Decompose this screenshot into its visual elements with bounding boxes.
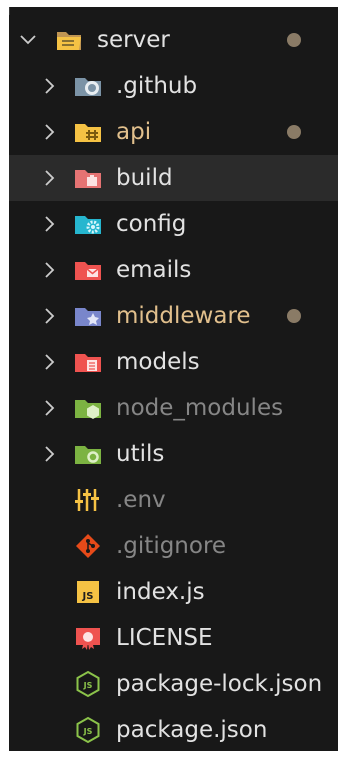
tree-item-label: .github	[116, 73, 198, 99]
chevron-right-icon[interactable]	[39, 352, 59, 372]
tree-item-label: package.json	[116, 717, 268, 743]
tree-item-label: models	[116, 349, 200, 375]
modified-indicator	[287, 33, 301, 47]
tree-item-label: server	[97, 27, 170, 53]
tree-item-label: .gitignore	[116, 533, 227, 559]
tree-item-license[interactable]: LICENSE	[9, 615, 338, 661]
tree-item-label: build	[116, 165, 173, 191]
tree-item-gitignore[interactable]: .gitignore	[9, 523, 338, 569]
chevron-right-icon[interactable]	[39, 260, 59, 280]
tree-item-env[interactable]: .env	[9, 477, 338, 523]
api-folder-icon	[73, 117, 103, 147]
tree-item-label: index.js	[116, 579, 205, 605]
tree-item-config[interactable]: config	[9, 201, 338, 247]
tree-item-index-js[interactable]: JS index.js	[9, 569, 338, 615]
tree-item-build[interactable]: build	[9, 155, 338, 201]
svg-text:JS: JS	[83, 681, 93, 690]
emails-folder-icon	[73, 255, 103, 285]
chevron-right-icon[interactable]	[39, 214, 59, 234]
tree-item-label: api	[116, 119, 152, 145]
chevron-down-icon[interactable]	[18, 30, 38, 50]
tree-item-emails[interactable]: emails	[9, 247, 338, 293]
tree-item-label: config	[116, 211, 187, 237]
node-modules-folder-icon	[73, 393, 103, 423]
middleware-folder-icon	[73, 301, 103, 331]
tree-item-github[interactable]: .github	[9, 63, 338, 109]
javascript-file-icon: JS	[73, 577, 103, 607]
tree-item-label: node_modules	[116, 395, 284, 421]
svg-text:JS: JS	[82, 591, 94, 602]
tree-item-label: package-lock.json	[116, 671, 323, 697]
folder-open-icon	[54, 25, 84, 55]
models-folder-icon	[73, 347, 103, 377]
license-file-icon	[73, 623, 103, 653]
env-file-icon	[73, 485, 103, 515]
tree-item-api[interactable]: api	[9, 109, 338, 155]
nodejs-file-icon: JS	[73, 715, 103, 745]
tree-item-node-modules[interactable]: node_modules	[9, 385, 338, 431]
tree-item-middleware[interactable]: middleware	[9, 293, 338, 339]
svg-text:JS: JS	[83, 727, 93, 736]
tree-item-server[interactable]: server	[9, 17, 338, 63]
modified-indicator	[287, 309, 301, 323]
utils-folder-icon	[73, 439, 103, 469]
chevron-right-icon[interactable]	[39, 76, 59, 96]
chevron-right-icon[interactable]	[39, 168, 59, 188]
tree-item-label: utils	[116, 441, 165, 467]
tree-item-utils[interactable]: utils	[9, 431, 338, 477]
tree-item-label: emails	[116, 257, 192, 283]
tree-item-package-lock-json[interactable]: JS package-lock.json	[9, 661, 338, 707]
config-folder-icon	[73, 209, 103, 239]
tree-item-package-json[interactable]: JS package.json	[9, 707, 338, 751]
build-folder-icon	[73, 163, 103, 193]
modified-indicator	[287, 125, 301, 139]
tree-item-label: .env	[116, 487, 166, 513]
indent-guide	[9, 7, 10, 15]
nodejs-file-icon: JS	[73, 669, 103, 699]
git-file-icon	[73, 531, 103, 561]
chevron-right-icon[interactable]	[39, 398, 59, 418]
tree-item-label: LICENSE	[116, 625, 213, 651]
chevron-right-icon[interactable]	[39, 444, 59, 464]
tree-item-label: middleware	[116, 303, 251, 329]
chevron-right-icon[interactable]	[39, 122, 59, 142]
chevron-right-icon[interactable]	[39, 306, 59, 326]
file-explorer: server .github api build config emails m…	[9, 7, 338, 751]
tree-item-models[interactable]: models	[9, 339, 338, 385]
github-folder-icon	[73, 71, 103, 101]
